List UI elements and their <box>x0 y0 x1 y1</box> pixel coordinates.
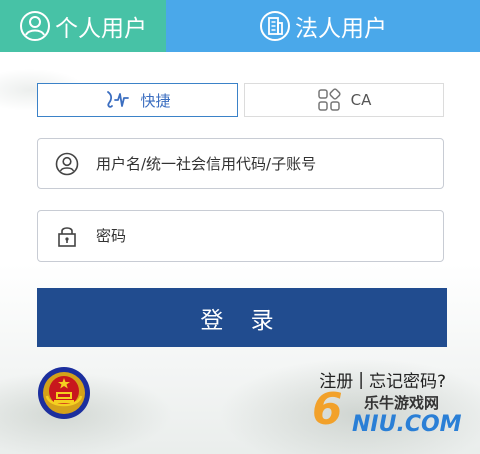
user-icon <box>55 152 79 175</box>
tab-personal-user[interactable]: 个人用户 <box>0 0 166 52</box>
certificate-nodes-icon <box>317 88 341 111</box>
handwave-icon <box>107 91 130 108</box>
username-field <box>37 138 444 189</box>
username-input[interactable] <box>96 154 426 173</box>
tab-legal-user[interactable]: 法人用户 <box>166 0 480 52</box>
ca-login-button[interactable]: CA <box>244 83 444 117</box>
watermark-en-text: NIU.COM <box>352 412 462 437</box>
password-input[interactable] <box>96 227 426 245</box>
site-watermark: 6 乐牛游戏网 NIU.COM <box>312 380 462 440</box>
user-type-tabs: 个人用户 法人用户 <box>0 0 480 52</box>
watermark-cn-text: 乐牛游戏网 <box>364 394 440 412</box>
login-button[interactable]: 登 录 <box>37 288 447 347</box>
person-icon <box>20 11 50 41</box>
user-icon-wrap <box>38 152 96 176</box>
password-field <box>37 210 444 262</box>
lock-icon <box>58 227 76 247</box>
building-icon <box>260 11 290 41</box>
national-emblem-icon <box>38 367 90 419</box>
quick-login-button[interactable]: 快捷 <box>37 83 238 117</box>
quick-login-label: 快捷 <box>140 91 171 110</box>
tab-personal-label: 个人用户 <box>55 16 147 42</box>
lock-icon-wrap <box>38 224 96 248</box>
watermark-number: 6 <box>312 384 343 435</box>
tab-legal-label: 法人用户 <box>295 16 387 42</box>
ca-login-label: CA <box>350 91 372 109</box>
